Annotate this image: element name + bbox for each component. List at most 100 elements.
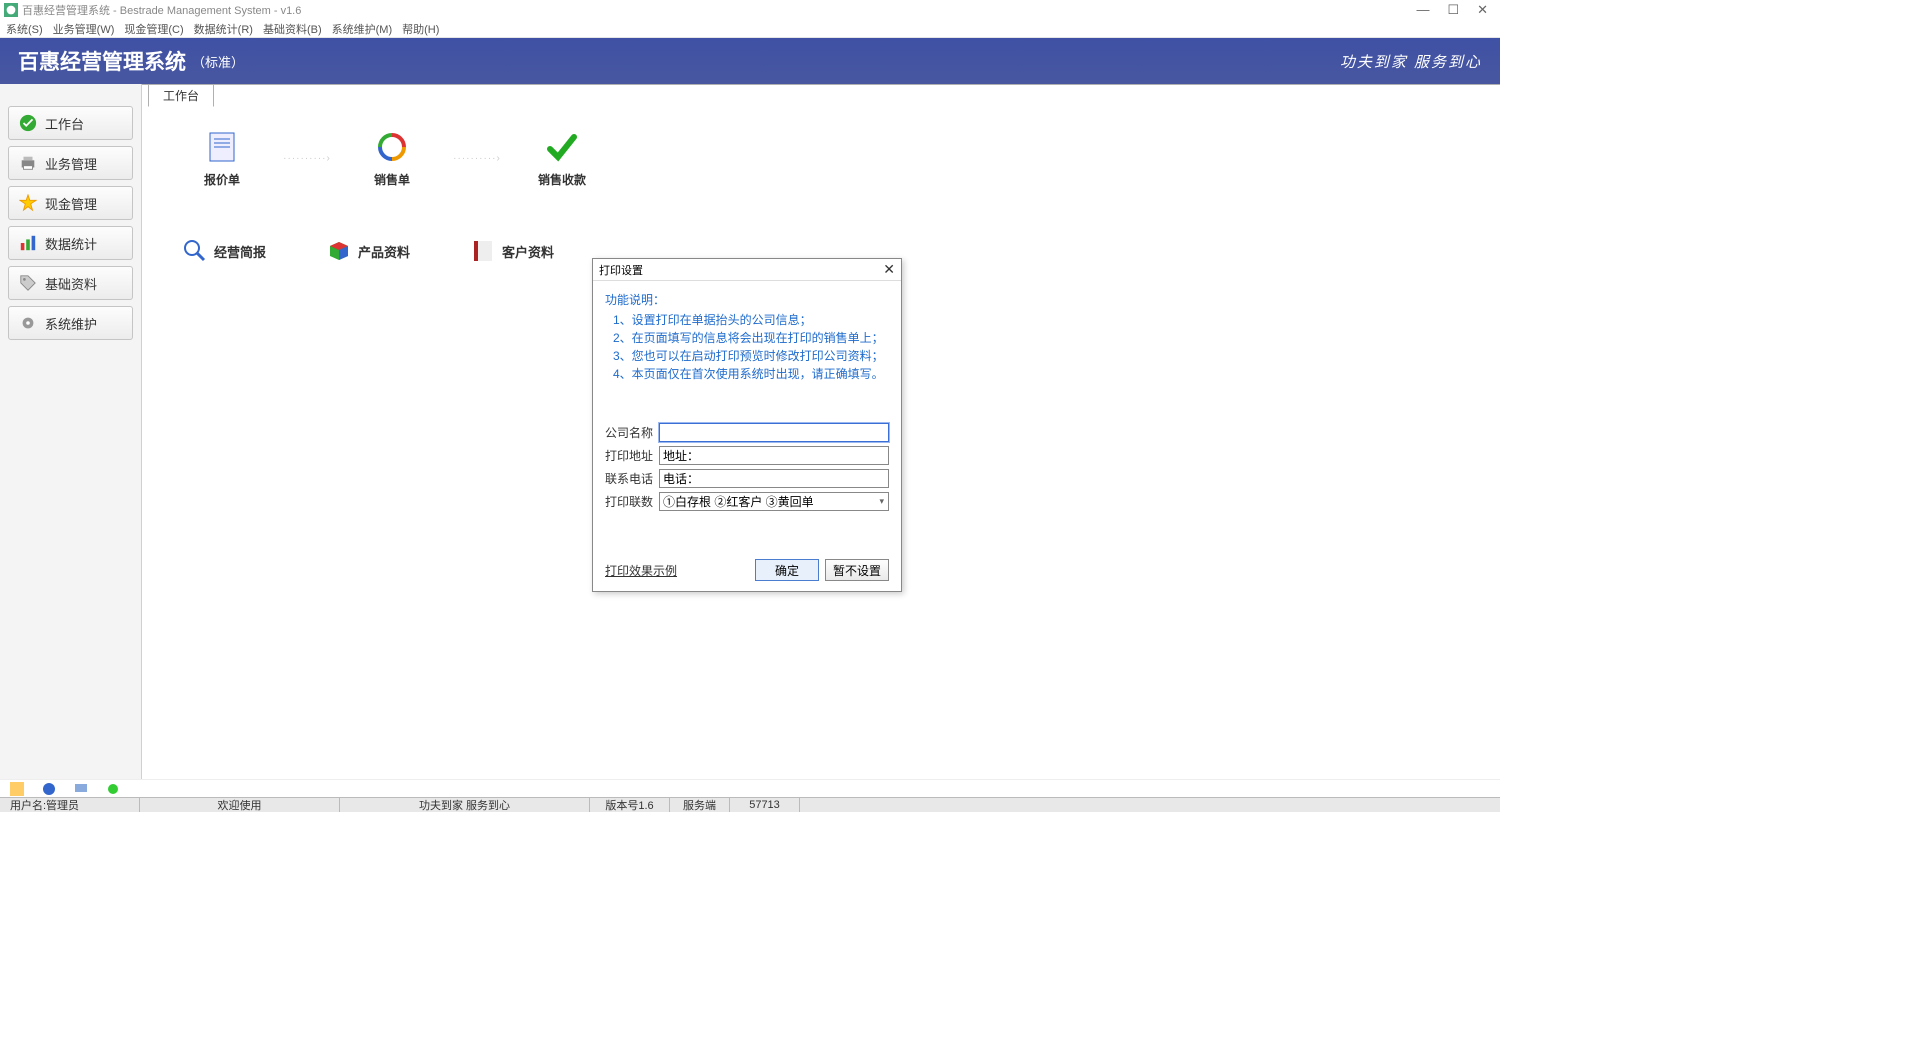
check-circle-icon (19, 114, 37, 132)
dialog-footer: 打印效果示例 确定 暂不设置 (593, 553, 901, 591)
print-preview-link[interactable]: 打印效果示例 (605, 562, 677, 579)
tab-workbench[interactable]: 工作台 (148, 84, 214, 107)
status-port: 57713 (730, 798, 800, 812)
desk-item-label: 销售单 (352, 171, 432, 188)
form-row-phone: 联系电话 (605, 469, 889, 488)
copies-select[interactable]: ①白存根 ②红客户 ③黄回单 ▾ (659, 492, 889, 511)
desk-item-sales[interactable]: 销售单 (352, 129, 432, 188)
copies-value: ①白存根 ②红客户 ③黄回单 (663, 493, 814, 510)
status-welcome: 欢迎使用 (140, 798, 340, 812)
desk-item-label: 经营简报 (214, 242, 266, 261)
magnifier-icon (182, 238, 208, 264)
window-controls: — ☐ ✕ (1416, 2, 1496, 18)
info-icon[interactable] (42, 782, 56, 796)
desk-item-quote[interactable]: 报价单 (182, 129, 262, 188)
menu-basedata[interactable]: 基础资料(B) (263, 21, 322, 37)
function-description-title: 功能说明： (605, 291, 889, 308)
menubar: 系统(S) 业务管理(W) 现金管理(C) 数据统计(R) 基础资料(B) 系统… (0, 20, 1500, 38)
sidebar-item-workbench[interactable]: 工作台 (8, 106, 133, 140)
dialog-body: 功能说明： 1、设置打印在单据抬头的公司信息； 2、在页面填写的信息将会出现在打… (593, 281, 901, 523)
address-input[interactable] (659, 446, 889, 465)
barchart-icon (19, 234, 37, 252)
phone-input[interactable] (659, 469, 889, 488)
dialog-close-button[interactable]: ✕ (883, 261, 895, 278)
desk-item-label: 产品资料 (358, 242, 410, 261)
func-item: 4、本页面仅在首次使用系统时出现，请正确填写。 (613, 365, 889, 383)
statusbar: 用户名:管理员 欢迎使用 功夫到家 服务到心 版本号1.6 服务端 57713 (0, 797, 1500, 812)
menu-cash[interactable]: 现金管理(C) (124, 21, 183, 37)
func-item: 3、您也可以在启动打印预览时修改打印公司资料； (613, 347, 889, 365)
sidebar-item-label: 系统维护 (45, 314, 97, 333)
desk-item-product[interactable]: 产品资料 (326, 238, 410, 264)
sidebar-item-label: 业务管理 (45, 154, 97, 173)
star-icon (19, 194, 37, 212)
sidebar-item-business[interactable]: 业务管理 (8, 146, 133, 180)
form-row-copies: 打印联数 ①白存根 ②红客户 ③黄回单 ▾ (605, 492, 889, 511)
close-button[interactable]: ✕ (1477, 2, 1488, 18)
ok-button[interactable]: 确定 (755, 559, 819, 581)
sidebar: 工作台 业务管理 现金管理 数据统计 基础资料 系统维护 (0, 84, 142, 779)
cancel-button[interactable]: 暂不设置 (825, 559, 889, 581)
cycle-icon (374, 129, 410, 165)
flow-arrow-icon: ··········› (452, 153, 502, 164)
app-icon (4, 3, 18, 17)
menu-statistics[interactable]: 数据统计(R) (194, 21, 253, 37)
window-title: 百惠经营管理系统 - Bestrade Management System - … (22, 2, 301, 18)
copies-label: 打印联数 (605, 493, 659, 510)
tabstrip: 工作台 (148, 83, 214, 106)
box-icon (326, 238, 352, 264)
dialog-title-text: 打印设置 (599, 262, 643, 278)
screen-icon[interactable] (74, 782, 88, 796)
sidebar-item-maintenance[interactable]: 系统维护 (8, 306, 133, 340)
sidebar-item-label: 现金管理 (45, 194, 97, 213)
phone-label: 联系电话 (605, 470, 659, 487)
sidebar-item-label: 基础资料 (45, 274, 97, 293)
sidebar-item-basedata[interactable]: 基础资料 (8, 266, 133, 300)
desk-item-receipt[interactable]: 销售收款 (522, 129, 602, 188)
sidebar-item-label: 工作台 (45, 114, 84, 133)
minimize-button[interactable]: — (1416, 2, 1429, 18)
titlebar: 百惠经营管理系统 - Bestrade Management System - … (0, 0, 1500, 20)
sidebar-item-cash[interactable]: 现金管理 (8, 186, 133, 220)
company-input[interactable] (659, 423, 889, 442)
desk-item-report[interactable]: 经营简报 (182, 238, 266, 264)
status-dot-icon[interactable] (106, 782, 120, 796)
func-item: 1、设置打印在单据抬头的公司信息； (613, 311, 889, 329)
flow-arrow-icon: ··········› (282, 153, 332, 164)
menu-maintenance[interactable]: 系统维护(M) (332, 21, 393, 37)
status-version: 版本号1.6 (590, 798, 670, 812)
sidebar-item-statistics[interactable]: 数据统计 (8, 226, 133, 260)
tool-icon-strip (0, 779, 1500, 797)
function-description-list: 1、设置打印在单据抬头的公司信息； 2、在页面填写的信息将会出现在打印的销售单上… (605, 311, 889, 383)
gear-icon (19, 314, 37, 332)
maximize-button[interactable]: ☐ (1447, 2, 1459, 18)
desk-item-customer[interactable]: 客户资料 (470, 238, 554, 264)
brand-subtitle: （标准） (192, 52, 244, 71)
menu-system[interactable]: 系统(S) (6, 21, 43, 37)
brand-slogan: 功夫到家 服务到心 (1340, 51, 1482, 72)
func-item: 2、在页面填写的信息将会出现在打印的销售单上； (613, 329, 889, 347)
menu-help[interactable]: 帮助(H) (402, 21, 439, 37)
tag-icon (19, 274, 37, 292)
desk-item-label: 报价单 (182, 171, 262, 188)
form-row-address: 打印地址 (605, 446, 889, 465)
desk-item-label: 客户资料 (502, 242, 554, 261)
check-icon (544, 129, 580, 165)
brand-title: 百惠经营管理系统 (18, 46, 186, 76)
status-slogan: 功夫到家 服务到心 (340, 798, 590, 812)
print-settings-dialog: 打印设置 ✕ 功能说明： 1、设置打印在单据抬头的公司信息； 2、在页面填写的信… (592, 258, 902, 592)
status-server: 服务端 (670, 798, 730, 812)
status-user: 用户名:管理员 (0, 798, 140, 812)
document-icon (204, 129, 240, 165)
desk-item-label: 销售收款 (522, 171, 602, 188)
form-row-company: 公司名称 (605, 423, 889, 442)
note-icon[interactable] (10, 782, 24, 796)
book-icon (470, 238, 496, 264)
dialog-titlebar: 打印设置 ✕ (593, 259, 901, 281)
workflow-row: 报价单 ··········› 销售单 ··········› 销售收款 (182, 129, 1460, 188)
menu-business[interactable]: 业务管理(W) (53, 21, 115, 37)
address-label: 打印地址 (605, 447, 659, 464)
printer-icon (19, 154, 37, 172)
header-band: 百惠经营管理系统 （标准） 功夫到家 服务到心 (0, 38, 1500, 84)
company-label: 公司名称 (605, 424, 659, 441)
